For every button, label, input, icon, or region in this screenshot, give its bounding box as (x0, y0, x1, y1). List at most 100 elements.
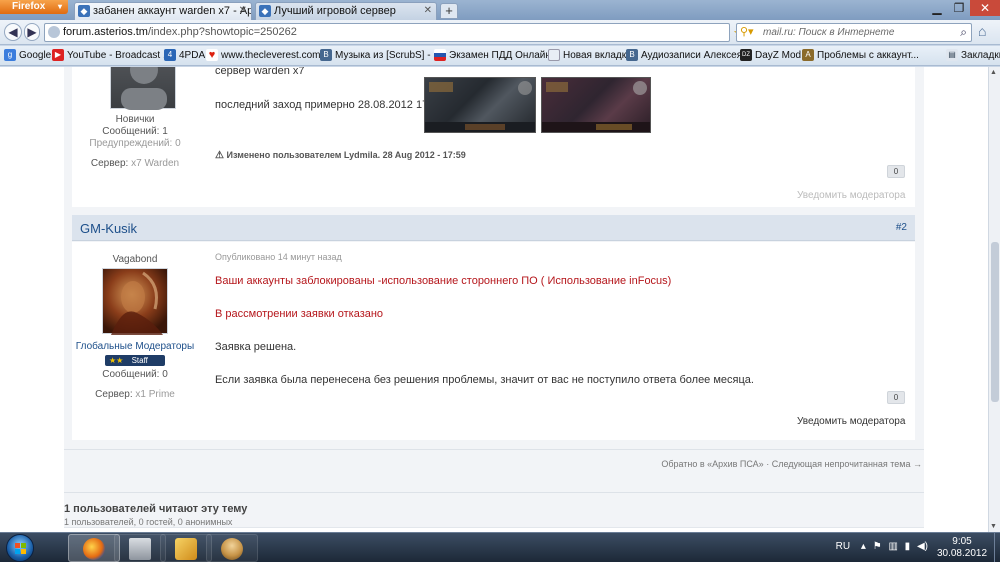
bookmark-dayz[interactable]: DZ DayZ Mod (740, 49, 801, 62)
post-text: последний заход примерно 28.08.2012 17:0… (215, 99, 444, 111)
next-unread-topic-link[interactable]: Следующая непрочитанная тема → (772, 459, 922, 469)
divider (64, 449, 924, 450)
show-hidden-icons-icon[interactable]: ▴ (861, 541, 866, 552)
avatar[interactable] (102, 268, 168, 335)
clock[interactable]: 9:05 30.08.2012 (932, 536, 992, 560)
vk-icon: B (626, 49, 638, 61)
show-desktop-button[interactable] (994, 533, 1000, 562)
clock-time: 9:05 (952, 536, 972, 547)
bookmark-google[interactable]: g Google (4, 49, 51, 62)
post-text: Ваши аккаунты заблокированы -использован… (215, 275, 672, 287)
heart-icon: ♥ (206, 49, 218, 61)
close-icon[interactable]: ✕ (970, 0, 1000, 16)
staff-badge: ★★ Staff (105, 355, 165, 366)
post-text: Заявка решена. (215, 341, 297, 353)
url-bar[interactable]: forum.asterios.tm/index.php?showtopic=25… (44, 23, 771, 42)
back-icon[interactable]: ◀ (4, 23, 22, 41)
edited-notice: ⚠ Изменено пользователем Lydmila. 28 Aug… (215, 150, 466, 161)
warning-icon: ⚠ (215, 150, 224, 161)
bookmark-new-tab[interactable]: Новая вкладка (548, 49, 632, 62)
avatar[interactable] (110, 67, 176, 110)
minimize-icon[interactable]: ▁ (926, 0, 948, 16)
windows-logo-icon (15, 543, 26, 554)
scrollbar-thumb[interactable] (991, 242, 999, 402)
home-icon[interactable]: ⌂ (978, 23, 986, 39)
vk-icon: B (320, 49, 332, 61)
tab-active[interactable]: ◆ забанен аккаунт warden x7 - Архив ... … (74, 2, 252, 20)
bookmarks-folder-icon: ▤ (946, 49, 958, 61)
screenshot-thumbnail[interactable] (424, 77, 536, 133)
report-moderator-link[interactable]: Уведомить модератора (797, 416, 905, 427)
post-text: Если заявка была перенесена без решения … (215, 374, 754, 386)
tab-label: Лучший игровой сервер (274, 5, 396, 17)
clock-date: 30.08.2012 (936, 548, 988, 559)
bookmarks-bar: g Google ▶ YouTube - Broadcast ... 4 4PDA ♥… (0, 46, 1000, 66)
flag-icon (434, 49, 446, 61)
bookmark-thecleverest[interactable]: ♥ www.thecleverest.com... (206, 49, 329, 62)
page-icon (548, 49, 560, 61)
author-name[interactable]: GM-Kusik (80, 221, 137, 236)
search-placeholder: mail.ru: Поиск в Интернете (763, 27, 895, 38)
edited-text: Изменено пользователем Lydmila. 28 Aug 2… (226, 150, 466, 160)
reputation-count[interactable]: 0 (887, 165, 905, 178)
post-2-header: GM-Kusik #2 (72, 215, 915, 241)
vertical-scrollbar[interactable]: ▲ ▼ (988, 67, 1000, 532)
report-moderator-link[interactable]: Уведомить модератора (797, 190, 905, 201)
server-label: Сервер: (90, 158, 129, 169)
start-button[interactable] (6, 534, 34, 562)
close-tab-icon[interactable]: ✕ (239, 3, 247, 19)
firefox-icon (83, 538, 105, 560)
scroll-down-icon[interactable]: ▼ (990, 523, 997, 530)
post-1: Новички Сообщений: 1 Предупреждений: 0 С… (72, 67, 915, 207)
tab-label: забанен аккаунт warden x7 - Архив ... (93, 5, 252, 17)
firefox-menu-button[interactable]: Firefox ▾ (0, 0, 68, 14)
bookmark-account[interactable]: A Проблемы с аккаунт... (802, 49, 919, 62)
google-icon: g (4, 49, 16, 61)
l2-icon: A (802, 49, 814, 61)
reputation-count[interactable]: 0 (887, 391, 905, 404)
bookmarks-menu[interactable]: ▤ Закладки (946, 49, 1000, 62)
bookmark-youtube[interactable]: ▶ YouTube - Broadcast ... (52, 49, 171, 62)
favicon-icon: ◆ (259, 5, 271, 17)
scroll-up-icon[interactable]: ▲ (990, 69, 997, 76)
active-users-detail: 1 пользователей, 0 гостей, 0 анонимных (64, 517, 233, 527)
power-icon[interactable]: ▮ (905, 541, 911, 552)
warnings-count[interactable]: Предупреждений: 0 (72, 138, 198, 149)
topic-navigation: Обратно в «Архив ПСА» · Следующая непроч… (661, 459, 922, 469)
flag-tray-icon[interactable]: ⚑ (873, 541, 882, 552)
bookmark-pdd[interactable]: Экзамен ПДД Онлайн... (434, 49, 559, 62)
search-engine-icon[interactable]: ⚲▾ (740, 26, 758, 39)
language-indicator[interactable]: RU (836, 541, 850, 552)
taskbar-explorer[interactable] (114, 534, 166, 562)
post-text: В рассмотрении заявки отказано (215, 308, 384, 320)
taskbar-app[interactable] (160, 534, 212, 562)
taskbar: RU ▴ ⚑ ▥ ▮ ◀) 9:05 30.08.2012 (0, 532, 1000, 562)
navigation-bar: ◀ ▶ forum.asterios.tm/index.php?showtopi… (0, 20, 1000, 45)
back-to-forum-link[interactable]: Обратно в «Архив ПСА» (661, 459, 763, 469)
post-text: сервер warden x7 (215, 67, 305, 77)
app-icon (175, 538, 197, 560)
maximize-icon[interactable]: ❐ (948, 0, 970, 16)
post-2: Vagabond Глобальные Модераторы ★★ Staff … (72, 242, 915, 440)
search-input[interactable]: ⚲▾ mail.ru: Поиск в Интернете ⌕ (736, 23, 972, 42)
search-icon[interactable]: ⌕ (960, 24, 967, 41)
volume-icon[interactable]: ◀) (917, 541, 928, 552)
server-value: x7 Warden (131, 158, 180, 169)
url-host: forum.asterios.tm (63, 26, 148, 38)
forward-icon[interactable]: ▶ (24, 23, 40, 41)
network-icon[interactable]: ▥ (888, 541, 897, 552)
screenshot-thumbnail[interactable] (541, 77, 651, 133)
taskbar-firefox[interactable] (68, 534, 120, 562)
post-count: Сообщений: 1 (102, 126, 168, 137)
favicon-icon: ◆ (78, 5, 90, 17)
close-tab-icon[interactable]: ✕ (424, 3, 432, 19)
separator: · (766, 459, 770, 469)
tab-inactive[interactable]: ◆ Лучший игровой сервер ✕ (255, 2, 437, 20)
bookmark-audio[interactable]: B Аудиозаписи Алексея... (626, 49, 750, 62)
new-tab-button[interactable]: + (440, 3, 458, 19)
taskbar-game[interactable] (206, 534, 258, 562)
bookmark-music[interactable]: B Музыка из [ScrubS] - ... (320, 49, 442, 62)
bookmark-4pda[interactable]: 4 4PDA (164, 49, 205, 62)
post-number[interactable]: #2 (896, 222, 907, 233)
active-users-title: 1 пользователей читают эту тему (64, 503, 248, 515)
